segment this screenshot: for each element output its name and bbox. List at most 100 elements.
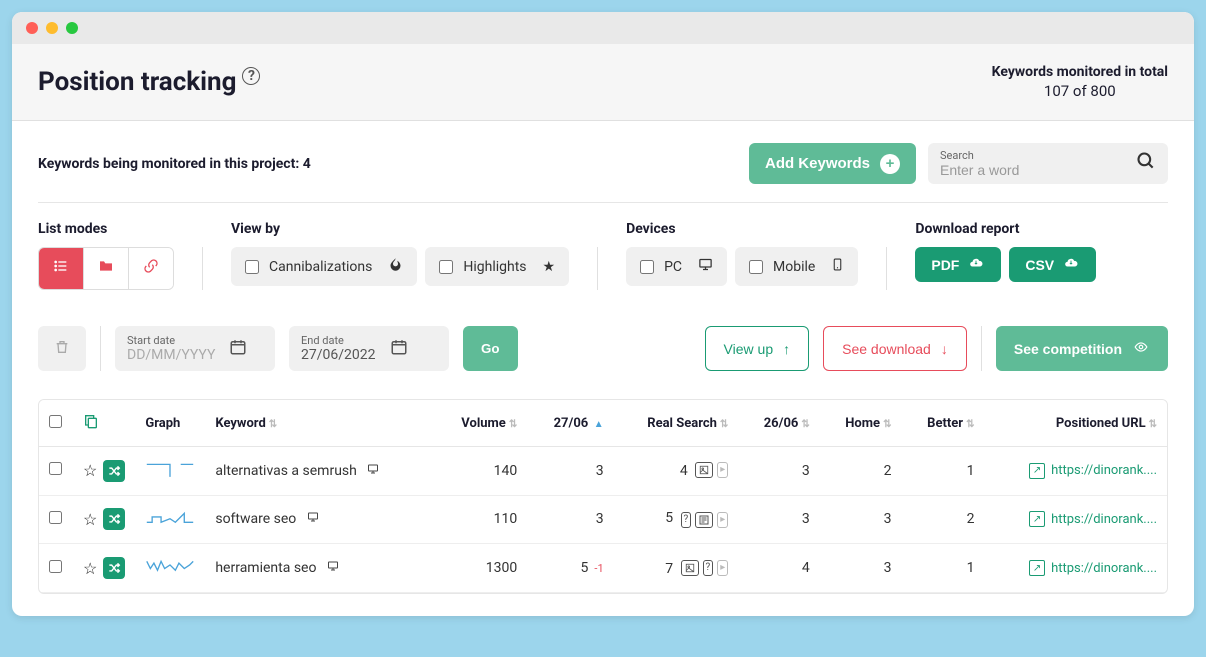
mobile-text: Mobile: [773, 259, 815, 275]
col-keyword[interactable]: Keyword⇅: [205, 400, 433, 447]
help-icon[interactable]: ?: [242, 67, 260, 85]
shuffle-icon[interactable]: [103, 557, 125, 579]
highlights-text: Highlights: [463, 259, 526, 275]
header-stats: Keywords monitored in total 107 of 800: [992, 64, 1168, 100]
search-box[interactable]: Search: [928, 143, 1168, 184]
url-cell[interactable]: ↗ https://dinorank....: [994, 511, 1157, 527]
home-cell: 3: [820, 544, 902, 593]
video-serp-icon: ▸: [717, 560, 728, 576]
app-window: Position tracking ? Keywords monitored i…: [12, 12, 1194, 616]
start-date-label: Start date: [127, 334, 215, 347]
mobile-icon: [831, 257, 844, 276]
list-mode-link-button[interactable]: [129, 248, 173, 289]
external-link-icon[interactable]: ↗: [1029, 560, 1045, 576]
window-titlebar: [12, 12, 1194, 44]
col-better[interactable]: Better⇅: [901, 400, 984, 447]
table-row: ☆ software seo 110 3 5 ?▸ 3 3 2 ↗ https:…: [39, 495, 1167, 544]
home-cell: 2: [820, 447, 902, 496]
copy-icon[interactable]: [83, 419, 99, 434]
col-volume[interactable]: Volume⇅: [434, 400, 528, 447]
arrow-up-icon: ↑: [783, 341, 790, 357]
graph-cell: [135, 495, 205, 544]
see-download-button[interactable]: See download ↓: [823, 326, 967, 371]
col-date[interactable]: 27/06 ▲: [527, 400, 613, 447]
favorite-icon[interactable]: ☆: [83, 510, 97, 529]
download-csv-button[interactable]: CSV: [1009, 247, 1096, 282]
video-serp-icon: ▸: [717, 462, 728, 478]
pc-filter[interactable]: PC: [626, 247, 727, 286]
url-text[interactable]: https://dinorank....: [1051, 561, 1157, 576]
start-date-value: DD/MM/YYYY: [127, 347, 215, 363]
keyword-cell[interactable]: herramienta seo: [205, 544, 433, 593]
see-competition-button[interactable]: See competition: [996, 326, 1168, 371]
mobile-filter[interactable]: Mobile: [735, 247, 858, 286]
desktop-icon: [306, 511, 320, 527]
download-pdf-button[interactable]: PDF: [915, 247, 1001, 282]
page-title-text: Position tracking: [38, 67, 236, 97]
calendar-icon: [229, 338, 247, 360]
view-up-button[interactable]: View up ↑: [705, 326, 810, 371]
close-window-icon[interactable]: [26, 22, 38, 34]
col-graph[interactable]: Graph: [135, 400, 205, 447]
external-link-icon[interactable]: ↗: [1029, 463, 1045, 479]
favorite-icon[interactable]: ☆: [83, 559, 97, 578]
row-checkbox[interactable]: [49, 560, 62, 573]
minimize-window-icon[interactable]: [46, 22, 58, 34]
end-date-input[interactable]: End date 27/06/2022: [289, 326, 449, 371]
better-cell: 1: [901, 544, 984, 593]
search-input[interactable]: [940, 162, 1126, 178]
url-cell[interactable]: ↗ https://dinorank....: [994, 463, 1157, 479]
col-real-search[interactable]: Real Search⇅: [614, 400, 739, 447]
external-link-icon[interactable]: ↗: [1029, 511, 1045, 527]
col-prev-date[interactable]: 26/06⇅: [738, 400, 819, 447]
url-text[interactable]: https://dinorank....: [1051, 512, 1157, 527]
url-text[interactable]: https://dinorank....: [1051, 463, 1157, 478]
volume-cell: 140: [434, 447, 528, 496]
go-button[interactable]: Go: [463, 326, 518, 371]
date-rank-cell: 3: [527, 495, 613, 544]
highlights-checkbox[interactable]: [439, 260, 453, 274]
real-search-cell: 4 ▸: [614, 447, 739, 496]
folder-icon: [98, 258, 114, 279]
maximize-window-icon[interactable]: [66, 22, 78, 34]
shuffle-icon[interactable]: [103, 460, 125, 482]
shuffle-icon[interactable]: [103, 508, 125, 530]
pc-checkbox[interactable]: [640, 260, 654, 274]
delete-button[interactable]: [38, 326, 86, 371]
add-keywords-button[interactable]: Add Keywords +: [749, 143, 916, 184]
row-checkbox[interactable]: [49, 511, 62, 524]
col-url[interactable]: Positioned URL⇅: [984, 400, 1167, 447]
cannibalizations-filter[interactable]: Cannibalizations: [231, 247, 417, 286]
add-keywords-label: Add Keywords: [765, 155, 870, 172]
col-home[interactable]: Home⇅: [820, 400, 902, 447]
real-search-cell: 5 ?▸: [614, 495, 739, 544]
volume-cell: 1300: [434, 544, 528, 593]
pdf-text: PDF: [931, 257, 959, 273]
highlights-filter[interactable]: Highlights ★: [425, 247, 569, 286]
start-date-input[interactable]: Start date DD/MM/YYYY: [115, 326, 275, 371]
list-mode-folder-button[interactable]: [84, 248, 129, 289]
csv-text: CSV: [1025, 257, 1054, 273]
url-cell[interactable]: ↗ https://dinorank....: [994, 560, 1157, 576]
desktop-icon: [366, 463, 380, 479]
volume-cell: 110: [434, 495, 528, 544]
question-serp-icon: ?: [703, 560, 714, 576]
mobile-checkbox[interactable]: [749, 260, 763, 274]
better-cell: 2: [901, 495, 984, 544]
select-all-checkbox[interactable]: [49, 415, 62, 428]
prev-rank-cell: 3: [738, 447, 819, 496]
keyword-cell[interactable]: alternativas a semrush: [205, 447, 433, 496]
row-checkbox[interactable]: [49, 462, 62, 475]
prev-rank-cell: 3: [738, 495, 819, 544]
keyword-cell[interactable]: software seo: [205, 495, 433, 544]
image-serp-icon: [681, 560, 699, 576]
table-row: ☆ herramienta seo 1300 5-1 7 ?▸ 4 3 1 ↗ …: [39, 544, 1167, 593]
page-header: Position tracking ? Keywords monitored i…: [12, 44, 1194, 121]
list-mode-list-button[interactable]: [39, 248, 84, 289]
keywords-table: Graph Keyword⇅ Volume⇅ 27/06 ▲ Real Sear…: [38, 399, 1168, 594]
cannibalizations-checkbox[interactable]: [245, 260, 259, 274]
date-rank-cell: 5-1: [527, 544, 613, 593]
cloud-download-icon: [1062, 256, 1080, 273]
favorite-icon[interactable]: ☆: [83, 461, 97, 480]
search-icon[interactable]: [1136, 151, 1156, 176]
